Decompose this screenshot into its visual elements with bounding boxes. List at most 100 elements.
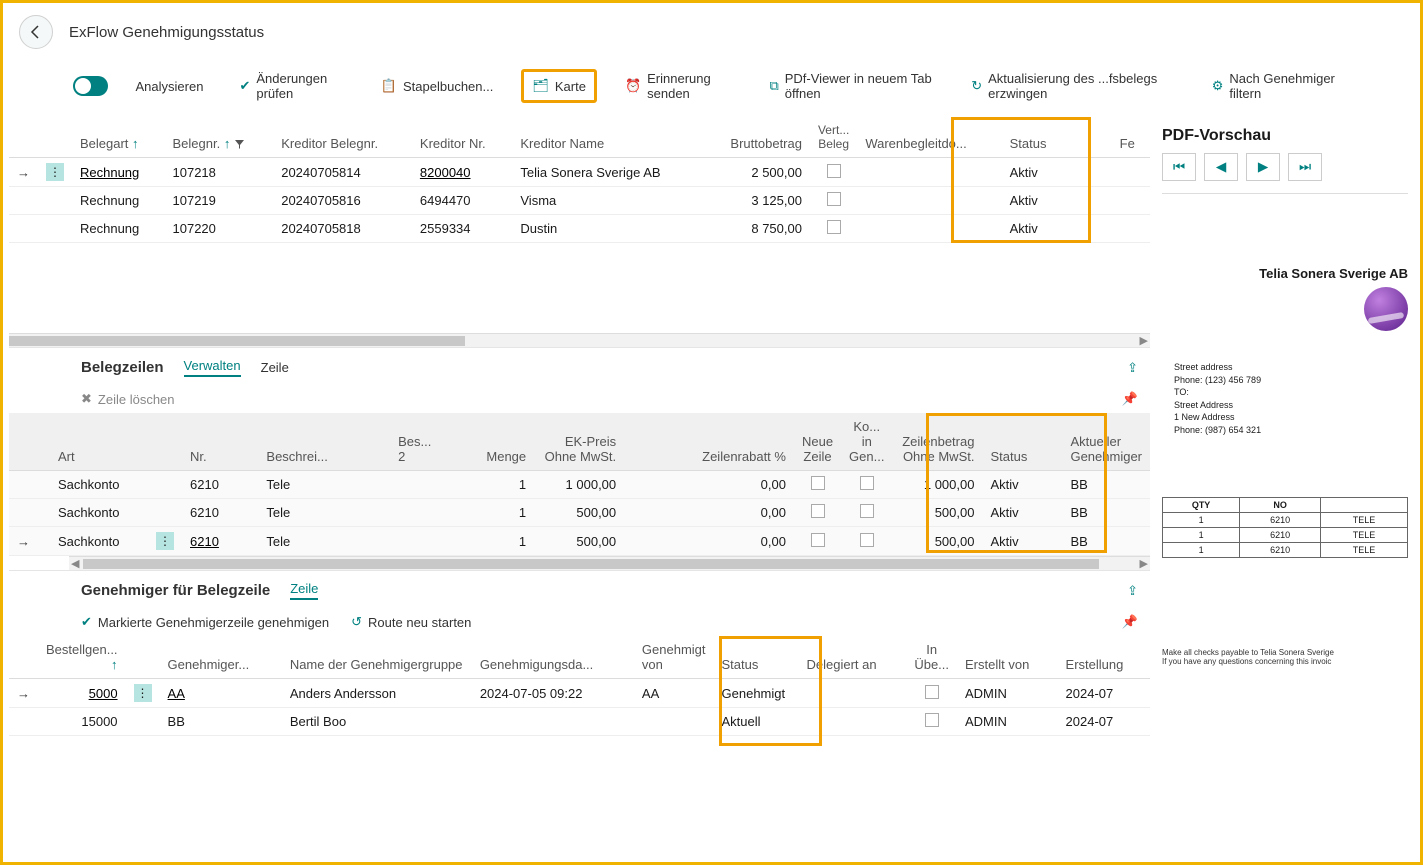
delete-line-button[interactable]: ✖Zeile löschen <box>81 391 175 407</box>
pdf-prev-button[interactable]: ◀ <box>1204 153 1238 181</box>
neue-zeile-checkbox[interactable] <box>811 504 825 518</box>
col-erstellung[interactable]: Erstellung <box>1058 636 1150 679</box>
share-icon[interactable]: ⇪ <box>1127 360 1138 376</box>
table-row[interactable]: Sachkonto 6210Tele 1 500,00 0,00 500,00 … <box>9 499 1150 527</box>
col-ek[interactable]: EK-Preis Ohne MwSt. <box>534 413 624 471</box>
share-icon[interactable]: ⇪ <box>1127 583 1138 599</box>
current-row-indicator-icon: → <box>9 679 38 708</box>
docs-hscrollbar[interactable]: ▶ <box>9 333 1150 347</box>
col-menge[interactable]: Menge <box>439 413 534 471</box>
pin-icon[interactable]: 📌 <box>1122 391 1138 407</box>
col-genehmiger[interactable]: Aktueller Genehmiger <box>1062 413 1150 471</box>
genehmiger-table[interactable]: Bestellgen... ↑ Genehmiger... Name der G… <box>9 636 1150 736</box>
tab-zeile-2[interactable]: Zeile <box>290 581 318 600</box>
col-warenbegleit[interactable]: Warenbegleitdo... <box>857 117 1001 158</box>
col-neue-zeile[interactable]: Neue Zeile <box>794 413 841 471</box>
approve-marked-button[interactable]: ✔Markierte Genehmigerzeile genehmigen <box>81 614 329 630</box>
in-ube-checkbox[interactable] <box>925 685 939 699</box>
table-row[interactable]: Sachkonto 6210Tele 1 1 000,00 0,00 1 000… <box>9 471 1150 499</box>
col-fe[interactable]: Fe <box>1112 117 1150 158</box>
ko-in-gen-checkbox[interactable] <box>860 533 874 547</box>
pdf-preview-title: PDF-Vorschau <box>1162 127 1408 145</box>
pdf-last-button[interactable]: ⏭ <box>1288 153 1322 181</box>
neue-zeile-checkbox[interactable] <box>811 533 825 547</box>
analyze-button[interactable]: Analysieren <box>128 73 212 100</box>
col-rabatt[interactable]: Zeilenrabatt % <box>624 413 794 471</box>
documents-table[interactable]: Belegart Belegnr. ↑ Kreditor Belegnr. Kr… <box>9 117 1150 243</box>
bestell-link[interactable]: 5000 <box>89 686 118 701</box>
col-bruttobetrag[interactable]: Bruttobetrag <box>702 117 810 158</box>
back-button[interactable] <box>19 15 53 49</box>
restart-route-button[interactable]: ↺Route neu starten <box>351 614 471 630</box>
filter-icon: ⚙ <box>1212 78 1224 94</box>
table-row[interactable]: Rechnung 107219 20240705816 6494470 Vism… <box>9 187 1150 215</box>
table-row[interactable]: 15000 BB Bertil Boo Aktuell ADMIN 2024-0… <box>9 708 1150 736</box>
col-von[interactable]: Genehmigt von <box>634 636 714 679</box>
row-menu-button[interactable]: ⋮ <box>156 532 174 550</box>
pdf-line-table: QTYNO 16210TELE 16210TELE 16210TELE <box>1162 497 1408 558</box>
col-belegart[interactable]: Belegart <box>72 117 165 158</box>
row-menu-button[interactable]: ⋮ <box>46 163 64 181</box>
col-kreditor-name[interactable]: Kreditor Name <box>512 117 702 158</box>
col-status[interactable]: Status <box>714 636 799 679</box>
send-reminder-button[interactable]: ⏰Erinnerung senden <box>617 65 742 107</box>
ko-in-gen-checkbox[interactable] <box>860 504 874 518</box>
batch-book-button[interactable]: 📋Stapelbuchen... <box>373 72 502 100</box>
belegzeilen-title: Belegzeilen <box>81 359 164 376</box>
prev-icon: ◀ <box>1216 159 1226 174</box>
col-bestellgen[interactable]: Bestellgen... ↑ <box>38 636 126 679</box>
analyze-toggle[interactable] <box>73 76 108 96</box>
force-refresh-button[interactable]: ↻Aktualisierung des ...fsbelegs erzwinge… <box>963 65 1184 107</box>
neue-zeile-checkbox[interactable] <box>811 476 825 490</box>
check-changes-icon: ✔ <box>239 78 250 94</box>
current-row-indicator-icon: → <box>9 527 38 556</box>
genehmiger-title: Genehmiger für Belegzeile <box>81 582 270 599</box>
col-status[interactable]: Status <box>982 413 1062 471</box>
lines-hscrollbar[interactable]: ◀▶ <box>69 556 1150 570</box>
doc-type-link[interactable]: Rechnung <box>80 165 139 180</box>
col-genehmiger[interactable]: Genehmiger... <box>160 636 282 679</box>
vert-beleg-checkbox[interactable] <box>827 192 841 206</box>
col-bes2[interactable]: Bes... 2 <box>390 413 439 471</box>
table-row[interactable]: → ⋮ Rechnung 107218 20240705814 8200040 … <box>9 158 1150 187</box>
pdf-next-button[interactable]: ▶ <box>1246 153 1280 181</box>
belegzeilen-table[interactable]: Art Nr. Beschrei... Bes... 2 Menge EK-Pr… <box>9 413 1150 556</box>
kreditor-nr-link[interactable]: 8200040 <box>420 165 471 180</box>
col-datum[interactable]: Genehmigungsda... <box>472 636 634 679</box>
genehmiger-link[interactable]: AA <box>168 686 185 701</box>
col-delegiert[interactable]: Delegiert an <box>799 636 907 679</box>
col-nr[interactable]: Nr. <box>182 413 258 471</box>
check-changes-button[interactable]: ✔Änderungen prüfen <box>231 65 352 107</box>
tab-zeile[interactable]: Zeile <box>261 360 289 375</box>
col-kreditor-belegnr[interactable]: Kreditor Belegnr. <box>273 117 412 158</box>
pdf-company: Telia Sonera Sverige AB <box>1162 266 1408 281</box>
nr-link[interactable]: 6210 <box>190 534 219 549</box>
in-ube-checkbox[interactable] <box>925 713 939 727</box>
col-gruppe[interactable]: Name der Genehmigergruppe <box>282 636 472 679</box>
pdf-viewer-button[interactable]: ⧉PDf-Viewer in neuem Tab öffnen <box>761 65 943 107</box>
col-vert-beleg[interactable]: Vert... Beleg <box>810 117 857 158</box>
col-in-ube[interactable]: In Übe... <box>906 636 957 679</box>
card-button[interactable]: 🗂Karte <box>521 69 597 103</box>
pdf-logo-icon <box>1364 287 1408 331</box>
vert-beleg-checkbox[interactable] <box>827 220 841 234</box>
col-ko-in-gen[interactable]: Ko... in Gen... <box>841 413 892 471</box>
col-art[interactable]: Art <box>38 413 148 471</box>
col-erstellt-von[interactable]: Erstellt von <box>957 636 1058 679</box>
table-row[interactable]: → Sachkonto ⋮ 6210 Tele 1 500,00 0,00 50… <box>9 527 1150 556</box>
tab-verwalten[interactable]: Verwalten <box>184 358 241 377</box>
col-kreditor-nr[interactable]: Kreditor Nr. <box>412 117 512 158</box>
col-zeilenbetrag[interactable]: Zeilenbetrag Ohne MwSt. <box>892 413 982 471</box>
page-title: ExFlow Genehmigungsstatus <box>69 24 264 41</box>
table-row[interactable]: → 5000 ⋮ AA Anders Andersson 2024-07-05 … <box>9 679 1150 708</box>
table-row[interactable]: Rechnung 107220 20240705818 2559334 Dust… <box>9 215 1150 243</box>
pdf-first-button[interactable]: ⏮ <box>1162 153 1196 181</box>
col-status[interactable]: Status <box>1002 117 1112 158</box>
pin-icon[interactable]: 📌 <box>1122 614 1138 630</box>
ko-in-gen-checkbox[interactable] <box>860 476 874 490</box>
col-belegnr[interactable]: Belegnr. ↑ <box>165 117 274 158</box>
filter-by-approver-button[interactable]: ⚙Nach Genehmiger filtern <box>1204 65 1350 107</box>
col-beschrei[interactable]: Beschrei... <box>258 413 390 471</box>
row-menu-button[interactable]: ⋮ <box>134 684 152 702</box>
vert-beleg-checkbox[interactable] <box>827 164 841 178</box>
